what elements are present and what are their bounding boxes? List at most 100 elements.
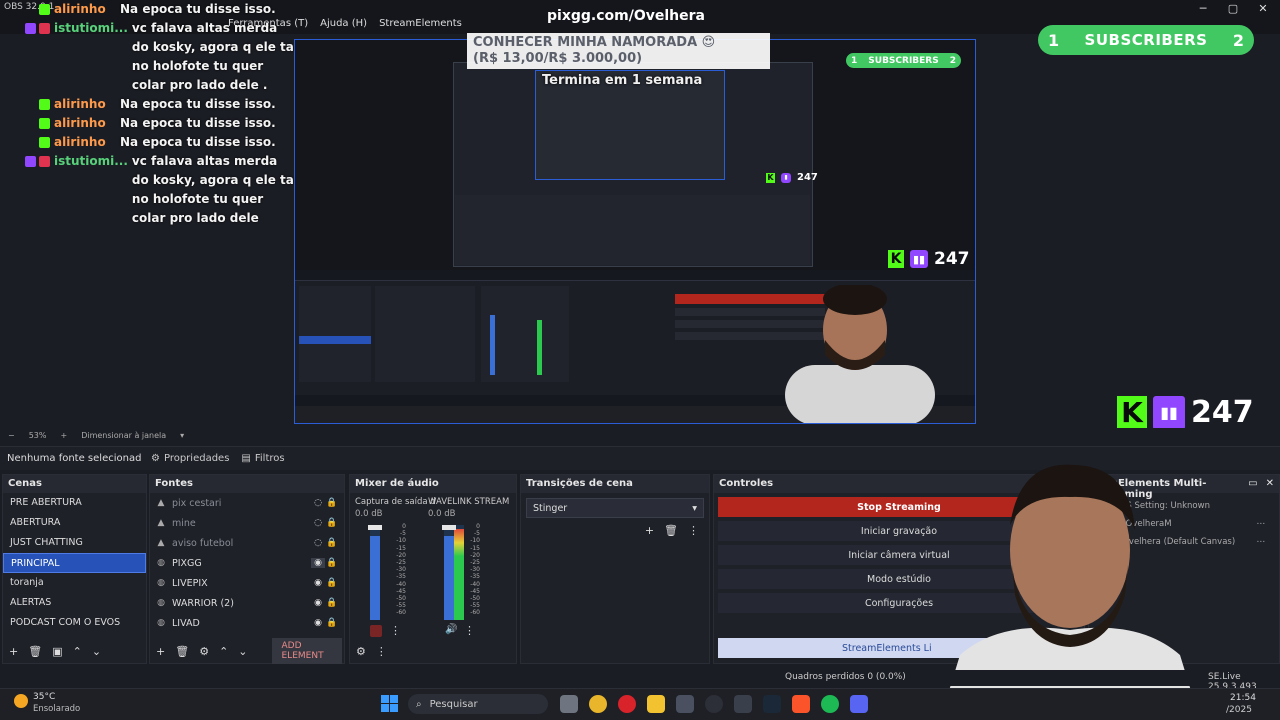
- chevron-down-icon[interactable]: ▾: [180, 431, 184, 440]
- scene-item[interactable]: ABERTURA: [3, 513, 146, 533]
- zoom-fit-label[interactable]: Dimensionar à janela: [81, 431, 166, 440]
- scene-filters-button[interactable]: ▣: [52, 645, 62, 658]
- scenes-dock: Cenas PRE ABERTURA ABERTURA JUST CHATTIN…: [2, 474, 147, 664]
- subscribers-label-nested: SUBSCRIBERS: [868, 55, 939, 66]
- zoom-out-button[interactable]: −: [8, 431, 15, 440]
- weather-sun-icon[interactable]: [14, 694, 28, 708]
- chat-message: alirinho Na epoca tu disse isso.: [4, 133, 294, 152]
- windows-start-icon[interactable]: [381, 695, 398, 712]
- app-icon[interactable]: [676, 695, 694, 713]
- lock-icon[interactable]: 🔒: [325, 558, 339, 568]
- opera-icon[interactable]: [618, 695, 636, 713]
- ch1-mute-icon[interactable]: [370, 625, 382, 637]
- subscribers-right-nested: 2: [949, 55, 956, 66]
- minimize-button[interactable]: ─: [1193, 2, 1213, 15]
- ch2-fader[interactable]: [442, 525, 456, 530]
- source-item[interactable]: ▲ mine ◌ 🔒: [150, 513, 344, 533]
- spotify-icon[interactable]: [821, 695, 839, 713]
- move-up-button[interactable]: ⌃: [73, 645, 82, 658]
- db-tick: -45: [470, 587, 480, 595]
- ch2-speaker-icon[interactable]: 🔊: [445, 624, 457, 635]
- more-icon[interactable]: ⋯: [1257, 519, 1266, 529]
- clock-time[interactable]: 21:54: [1230, 693, 1256, 703]
- menu-help[interactable]: Ajuda (H): [320, 18, 367, 29]
- lock-icon[interactable]: 🔒: [325, 518, 339, 528]
- chat-username: alirinho: [54, 2, 106, 16]
- status-bar: Quadros perdidos 0 (0.0%) SE.Live 25.9.3…: [0, 670, 1280, 692]
- close-icon[interactable]: ✕: [1266, 478, 1274, 490]
- scene-item[interactable]: PODCAST COM O EVOS: [3, 613, 146, 633]
- transition-menu-icon[interactable]: ⋮: [688, 524, 699, 537]
- eye-icon[interactable]: ◉: [311, 558, 325, 568]
- source-item[interactable]: ◍ PIXGG ◉ 🔒: [150, 553, 344, 573]
- subscribers-left: 1: [1048, 30, 1060, 50]
- scene-item[interactable]: toranja: [3, 573, 146, 593]
- remove-source-button[interactable]: 🗑: [175, 645, 189, 658]
- lock-icon[interactable]: 🔒: [325, 498, 339, 508]
- maximize-button[interactable]: ▢: [1223, 2, 1243, 15]
- add-transition-button[interactable]: +: [645, 524, 654, 537]
- transition-select[interactable]: Stinger ▾: [526, 498, 704, 518]
- source-item[interactable]: ◍ LIVEPIX ◉ 🔒: [150, 573, 344, 593]
- source-settings-button[interactable]: ⚙: [199, 645, 209, 658]
- move-down-button[interactable]: ⌄: [92, 645, 101, 658]
- twitch-logo-icon: ▮▮: [1153, 395, 1185, 430]
- brave-icon[interactable]: [792, 695, 810, 713]
- add-scene-button[interactable]: +: [9, 645, 18, 658]
- scene-list: PRE ABERTURA ABERTURA JUST CHATTING PRIN…: [3, 493, 146, 633]
- source-item[interactable]: ◍ LIVAD ◉ 🔒: [150, 613, 344, 633]
- close-window-button[interactable]: ✕: [1253, 2, 1273, 15]
- more-icon[interactable]: ⋯: [1257, 537, 1266, 547]
- undock-icon[interactable]: ▭: [1248, 478, 1257, 490]
- eye-icon[interactable]: ◉: [311, 598, 325, 608]
- db-tick: -15: [396, 544, 406, 552]
- source-item[interactable]: ◍ WARRIOR (2) ◉ 🔒: [150, 593, 344, 613]
- eye-icon[interactable]: ◉: [311, 618, 325, 628]
- mixer-menu-icon[interactable]: ⋮: [376, 645, 387, 658]
- db-tick: 0: [476, 523, 480, 530]
- folder-icon[interactable]: [647, 695, 665, 713]
- steam-icon[interactable]: [763, 695, 781, 713]
- eye-hidden-icon[interactable]: ◌: [311, 518, 325, 528]
- menu-streamelements[interactable]: StreamElements: [379, 18, 462, 29]
- move-up-button[interactable]: ⌃: [219, 645, 228, 658]
- scene-item-active[interactable]: PRINCIPAL: [3, 553, 146, 573]
- eye-icon[interactable]: ◉: [311, 578, 325, 588]
- remove-transition-button[interactable]: 🗑: [664, 524, 678, 537]
- filters-button[interactable]: ▤ Filtros: [235, 453, 290, 464]
- source-name: pix cestari: [172, 497, 222, 509]
- discord-icon[interactable]: [850, 695, 868, 713]
- properties-button[interactable]: ⚙ Propriedades: [145, 453, 235, 464]
- mixer-settings-icon[interactable]: ⚙: [356, 645, 366, 658]
- eye-hidden-icon[interactable]: ◌: [311, 538, 325, 548]
- lock-icon[interactable]: 🔒: [325, 578, 339, 588]
- lock-icon[interactable]: 🔒: [325, 538, 339, 548]
- ch2-menu-icon[interactable]: ⋮: [464, 624, 475, 637]
- scene-item[interactable]: JUST CHATTING: [3, 533, 146, 553]
- remove-scene-button[interactable]: 🗑: [28, 645, 42, 658]
- filters-label: Filtros: [254, 453, 285, 464]
- weather-temp[interactable]: 35°C: [33, 692, 55, 702]
- taskbar-search[interactable]: ⌕ Pesquisar: [408, 694, 548, 714]
- obs-icon[interactable]: [705, 695, 723, 713]
- lock-icon[interactable]: 🔒: [325, 618, 339, 628]
- zoom-in-button[interactable]: +: [60, 431, 67, 440]
- move-down-button[interactable]: ⌄: [238, 645, 247, 658]
- db-tick: -20: [396, 551, 406, 559]
- ch1-fader[interactable]: [368, 525, 382, 530]
- eye-hidden-icon[interactable]: ◌: [311, 498, 325, 508]
- add-element-button[interactable]: ADD ELEMENT: [271, 638, 342, 664]
- scene-item[interactable]: ALERTAS: [3, 593, 146, 613]
- db-tick: -30: [396, 566, 406, 574]
- chrome-icon[interactable]: [589, 695, 607, 713]
- viewer-count-nested-value: 247: [797, 172, 818, 183]
- lock-icon[interactable]: 🔒: [325, 598, 339, 608]
- ch1-menu-icon[interactable]: ⋮: [390, 624, 401, 637]
- add-source-button[interactable]: +: [156, 645, 165, 658]
- app-icon[interactable]: [734, 695, 752, 713]
- preview-canvas[interactable]: K ▮▮ 247 K ▮ 247: [294, 39, 976, 424]
- source-item[interactable]: ▲ pix cestari ◌ 🔒: [150, 493, 344, 513]
- source-item[interactable]: ▲ aviso futebol ◌ 🔒: [150, 533, 344, 553]
- scene-item[interactable]: PRE ABERTURA: [3, 493, 146, 513]
- file-explorer-icon[interactable]: [560, 695, 578, 713]
